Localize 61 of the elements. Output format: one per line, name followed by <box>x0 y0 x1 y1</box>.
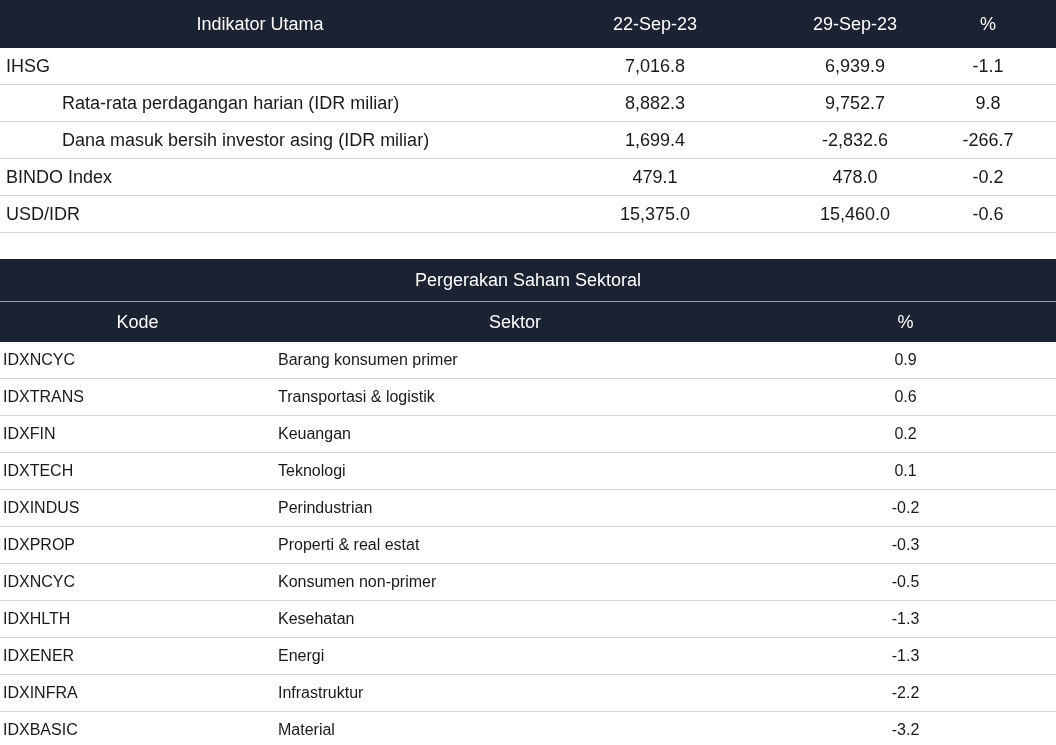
table-cell: Keuangan <box>275 416 755 453</box>
table-title: Pergerakan Saham Sektoral <box>0 259 1056 301</box>
table-cell: Barang konsumen primer <box>275 342 755 379</box>
table-cell: Rata-rata perdagangan harian (IDR miliar) <box>0 85 520 122</box>
table-cell: -1.3 <box>755 638 1056 675</box>
column-header: 29-Sep-23 <box>790 0 920 48</box>
table-cell: IDXTRANS <box>0 379 275 416</box>
table-cell: 8,882.3 <box>520 85 790 122</box>
table-cell: BINDO Index <box>0 159 520 196</box>
table-cell: IDXNCYC <box>0 342 275 379</box>
column-header: % <box>755 301 1056 342</box>
table-cell: Kesehatan <box>275 601 755 638</box>
table-cell: 478.0 <box>790 159 920 196</box>
table-cell: IHSG <box>0 48 520 85</box>
table-cell: IDXENER <box>0 638 275 675</box>
table-cell: -0.5 <box>755 564 1056 601</box>
table-cell: 0.6 <box>755 379 1056 416</box>
table-cell: 0.1 <box>755 453 1056 490</box>
table-cell: IDXFIN <box>0 416 275 453</box>
table-cell: 15,375.0 <box>520 196 790 233</box>
table-cell: -2,832.6 <box>790 122 920 159</box>
table-cell: Material <box>275 712 755 745</box>
table-cell: 0.2 <box>755 416 1056 453</box>
column-header: 22-Sep-23 <box>520 0 790 48</box>
table-cell: USD/IDR <box>0 196 520 233</box>
table-cell: 9,752.7 <box>790 85 920 122</box>
table-cell: IDXINDUS <box>0 490 275 527</box>
table-cell: IDXTECH <box>0 453 275 490</box>
table-cell: 15,460.0 <box>790 196 920 233</box>
table-cell: Properti & real estat <box>275 527 755 564</box>
table-cell: -2.2 <box>755 675 1056 712</box>
table-cell: -0.2 <box>920 159 1056 196</box>
table-cell: Energi <box>275 638 755 675</box>
table-cell: -266.7 <box>920 122 1056 159</box>
table-cell: -0.6 <box>920 196 1056 233</box>
table-cell: Transportasi & logistik <box>275 379 755 416</box>
table-cell: Teknologi <box>275 453 755 490</box>
column-header: Kode <box>0 301 275 342</box>
table-cell: Perindustrian <box>275 490 755 527</box>
table-cell: IDXPROP <box>0 527 275 564</box>
table-cell: IDXHLTH <box>0 601 275 638</box>
table-cell: 7,016.8 <box>520 48 790 85</box>
table-cell: -0.3 <box>755 527 1056 564</box>
table-cell: IDXINFRA <box>0 675 275 712</box>
table-cell: 1,699.4 <box>520 122 790 159</box>
table-cell: -1.3 <box>755 601 1056 638</box>
table-cell: 6,939.9 <box>790 48 920 85</box>
table-cell: Dana masuk bersih investor asing (IDR miliar) <box>0 122 520 159</box>
table-cell: 479.1 <box>520 159 790 196</box>
table-cell: 9.8 <box>920 85 1056 122</box>
column-header: Sektor <box>275 301 755 342</box>
table-cell: Konsumen non-primer <box>275 564 755 601</box>
table-cell: 0.9 <box>755 342 1056 379</box>
table-cell: -3.2 <box>755 712 1056 745</box>
table-cell: -1.1 <box>920 48 1056 85</box>
column-header: Indikator Utama <box>0 0 520 48</box>
table-cell: Infrastruktur <box>275 675 755 712</box>
column-header: % <box>920 0 1056 48</box>
table-cell: IDXBASIC <box>0 712 275 745</box>
table-cell: IDXNCYC <box>0 564 275 601</box>
table-cell: -0.2 <box>755 490 1056 527</box>
